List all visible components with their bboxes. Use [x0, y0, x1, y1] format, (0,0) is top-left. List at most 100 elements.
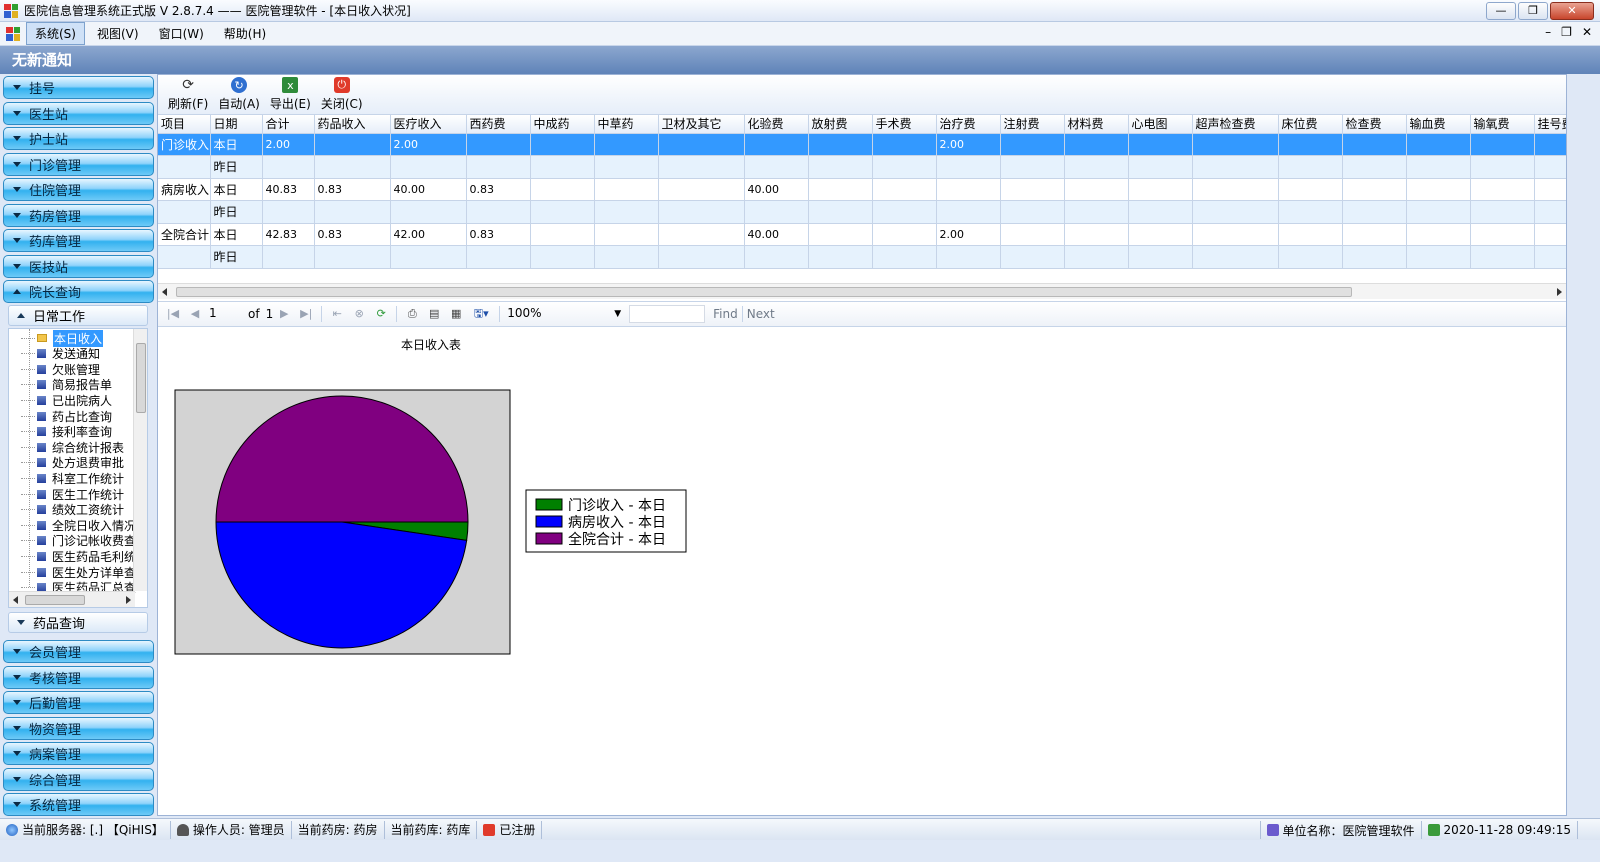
- column-header[interactable]: 放射费: [808, 115, 873, 134]
- sidebar-module-button[interactable]: 挂号: [3, 76, 154, 99]
- scroll-right-icon[interactable]: [126, 596, 131, 604]
- tree-item[interactable]: 医生药品毛利统: [9, 548, 136, 564]
- export-button[interactable]: x 导出(E): [270, 77, 311, 112]
- tree-vertical-scrollbar[interactable]: [133, 329, 147, 591]
- refresh-button[interactable]: ⟳ 刷新(F): [168, 77, 208, 112]
- tree-item[interactable]: 处方退费审批: [9, 455, 124, 471]
- close-window-button[interactable]: ✕: [1550, 2, 1594, 20]
- page-number-input[interactable]: 1: [206, 305, 242, 323]
- sidebar-module-button[interactable]: 药库管理: [3, 229, 154, 252]
- tree-item[interactable]: 医生工作统计: [9, 486, 124, 502]
- minimize-button[interactable]: —: [1486, 2, 1516, 20]
- tree-hscroll-thumb[interactable]: [25, 595, 85, 605]
- sidebar-module-button[interactable]: 会员管理: [3, 640, 154, 663]
- scroll-right-icon[interactable]: [1557, 288, 1562, 296]
- sidebar-module-button[interactable]: 医生站: [3, 101, 154, 125]
- tree-vscroll-thumb[interactable]: [136, 343, 146, 413]
- column-header[interactable]: 挂号费: [1534, 115, 1566, 134]
- sub-header-drug-query[interactable]: 药品查询: [8, 612, 148, 633]
- stop-icon[interactable]: ⊗: [352, 307, 366, 321]
- column-header[interactable]: 超声检查费: [1192, 115, 1279, 134]
- column-header[interactable]: 日期: [210, 115, 263, 134]
- tree-item[interactable]: 综合统计报表: [9, 439, 124, 455]
- column-header[interactable]: 西药费: [466, 115, 531, 134]
- zoom-select[interactable]: 100%: [504, 305, 614, 323]
- sidebar-module-button[interactable]: 后勤管理: [3, 691, 154, 714]
- column-header[interactable]: 项目: [158, 115, 211, 134]
- maximize-button[interactable]: ❐: [1518, 2, 1548, 20]
- table-row[interactable]: 门诊收入 本日 2.00 2.00 2.00: [158, 133, 1566, 156]
- export-report-icon[interactable]: 🖫▾: [471, 307, 491, 321]
- mdi-minimize-button[interactable]: –: [1545, 25, 1551, 39]
- column-header[interactable]: 中成药: [530, 115, 595, 134]
- menu-system[interactable]: 系统(S): [26, 22, 85, 45]
- menu-view[interactable]: 视图(V): [89, 23, 147, 44]
- tree-item[interactable]: 简易报告单: [9, 377, 112, 393]
- mdi-close-button[interactable]: ✕: [1582, 25, 1592, 39]
- tree-item[interactable]: 欠账管理: [9, 361, 100, 377]
- sidebar-module-button[interactable]: 住院管理: [3, 178, 154, 201]
- column-header[interactable]: 中草药: [594, 115, 659, 134]
- next-button[interactable]: Next: [747, 307, 775, 321]
- tree-item[interactable]: 全院日收入情况: [9, 517, 136, 533]
- column-header[interactable]: 卫材及其它: [658, 115, 745, 134]
- tree-item[interactable]: 医生处方详单查: [9, 564, 136, 580]
- table-row[interactable]: 昨日: [158, 245, 1566, 269]
- sidebar-module-button[interactable]: 门诊管理: [3, 152, 154, 176]
- sidebar-module-button[interactable]: 病案管理: [3, 742, 154, 765]
- close-button[interactable]: ⏻ 关闭(C): [321, 77, 363, 112]
- tree-item[interactable]: 已出院病人: [9, 392, 112, 408]
- tree-item[interactable]: 接利率查询: [9, 424, 112, 440]
- print-icon[interactable]: ⎙: [405, 307, 419, 321]
- last-page-icon[interactable]: ▶|: [299, 307, 313, 321]
- column-header[interactable]: 材料费: [1064, 115, 1129, 134]
- menu-window[interactable]: 窗口(W): [151, 23, 212, 44]
- menu-help[interactable]: 帮助(H): [216, 23, 274, 44]
- sidebar-module-button[interactable]: 院长查询: [3, 280, 154, 303]
- grid-horizontal-scrollbar[interactable]: [158, 283, 1566, 299]
- grid-hscroll-thumb[interactable]: [176, 287, 1352, 297]
- table-row[interactable]: 昨日: [158, 155, 1566, 179]
- sidebar-module-button[interactable]: 综合管理: [3, 767, 154, 791]
- print-layout-icon[interactable]: ▤: [427, 307, 441, 321]
- column-header[interactable]: 输血费: [1406, 115, 1471, 134]
- column-header[interactable]: 床位费: [1278, 115, 1343, 134]
- column-header[interactable]: 手术费: [872, 115, 937, 134]
- app-menu-icon[interactable]: [6, 26, 20, 41]
- sub-header-daily-work[interactable]: 日常工作: [8, 305, 148, 326]
- sidebar-module-button[interactable]: 物资管理: [3, 716, 154, 740]
- page-setup-icon[interactable]: ▦: [449, 307, 463, 321]
- chevron-down-icon[interactable]: ▼: [614, 309, 621, 319]
- column-header[interactable]: 注射费: [1000, 115, 1065, 134]
- find-input[interactable]: [629, 305, 706, 323]
- tree-item[interactable]: 本日收入: [9, 329, 104, 347]
- sidebar-module-button[interactable]: 考核管理: [3, 665, 154, 689]
- table-row[interactable]: 昨日: [158, 200, 1566, 224]
- refresh-report-icon[interactable]: ⟳: [374, 307, 388, 321]
- scroll-left-icon[interactable]: [13, 596, 18, 604]
- prev-page-icon[interactable]: ◀: [188, 307, 202, 321]
- back-icon[interactable]: ⇤: [330, 307, 344, 321]
- tree-item[interactable]: 门诊记帐收费查: [9, 533, 136, 549]
- first-page-icon[interactable]: |◀: [166, 307, 180, 321]
- next-page-icon[interactable]: ▶: [277, 307, 291, 321]
- sidebar-module-button[interactable]: 系统管理: [3, 793, 154, 816]
- table-row[interactable]: 病房收入 本日 40.83 0.83 40.00 0.83 40.00: [158, 178, 1566, 201]
- column-header[interactable]: 检查费: [1342, 115, 1407, 134]
- table-row[interactable]: 全院合计 本日 42.83 0.83 42.00 0.83 40.00 2.00: [158, 223, 1566, 246]
- scroll-left-icon[interactable]: [162, 288, 167, 296]
- column-header[interactable]: 心电图: [1128, 115, 1193, 134]
- auto-button[interactable]: ↻ 自动(A): [218, 77, 260, 112]
- column-header[interactable]: 治疗费: [936, 115, 1001, 134]
- tree-item[interactable]: 科室工作统计: [9, 470, 124, 486]
- find-button[interactable]: Find: [713, 307, 738, 321]
- column-header[interactable]: 化验费: [744, 115, 809, 134]
- tree-item[interactable]: 发送通知: [9, 346, 100, 362]
- sidebar-module-button[interactable]: 护士站: [3, 127, 154, 150]
- column-header[interactable]: 医疗收入: [390, 115, 467, 134]
- tree-item[interactable]: 绩效工资统计: [9, 502, 124, 518]
- sidebar-module-button[interactable]: 药房管理: [3, 203, 154, 227]
- sidebar-module-button[interactable]: 医技站: [3, 254, 154, 278]
- tree-horizontal-scrollbar[interactable]: [9, 591, 135, 607]
- tree-item[interactable]: 药占比查询: [9, 408, 112, 424]
